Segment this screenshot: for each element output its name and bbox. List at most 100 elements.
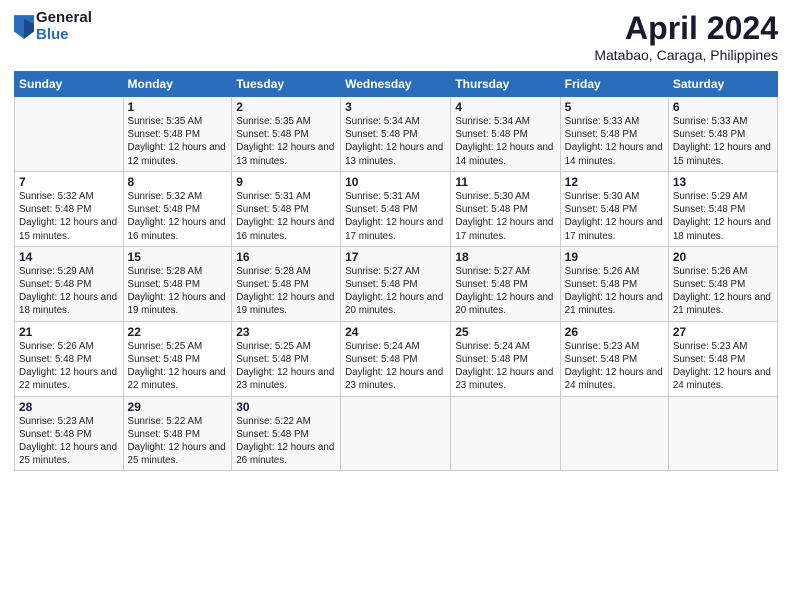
calendar-week-1: 1Sunrise: 5:35 AM Sunset: 5:48 PM Daylig… xyxy=(15,97,778,172)
day-number: 11 xyxy=(455,175,555,189)
day-number: 16 xyxy=(236,250,336,264)
day-number: 4 xyxy=(455,100,555,114)
day-number: 7 xyxy=(19,175,119,189)
day-number: 23 xyxy=(236,325,336,339)
calendar-cell: 8Sunrise: 5:32 AM Sunset: 5:48 PM Daylig… xyxy=(123,171,232,246)
day-info: Sunrise: 5:28 AM Sunset: 5:48 PM Dayligh… xyxy=(128,265,228,318)
day-number: 27 xyxy=(673,325,773,339)
day-info: Sunrise: 5:23 AM Sunset: 5:48 PM Dayligh… xyxy=(673,340,773,393)
day-number: 5 xyxy=(565,100,664,114)
day-info: Sunrise: 5:24 AM Sunset: 5:48 PM Dayligh… xyxy=(345,340,446,393)
calendar-cell: 18Sunrise: 5:27 AM Sunset: 5:48 PM Dayli… xyxy=(451,246,560,321)
calendar-week-5: 28Sunrise: 5:23 AM Sunset: 5:48 PM Dayli… xyxy=(15,396,778,471)
day-info: Sunrise: 5:29 AM Sunset: 5:48 PM Dayligh… xyxy=(673,190,773,243)
calendar-cell: 17Sunrise: 5:27 AM Sunset: 5:48 PM Dayli… xyxy=(341,246,451,321)
col-monday: Monday xyxy=(123,72,232,97)
calendar-header: Sunday Monday Tuesday Wednesday Thursday… xyxy=(15,72,778,97)
calendar-cell: 11Sunrise: 5:30 AM Sunset: 5:48 PM Dayli… xyxy=(451,171,560,246)
day-info: Sunrise: 5:34 AM Sunset: 5:48 PM Dayligh… xyxy=(455,115,555,168)
col-saturday: Saturday xyxy=(668,72,777,97)
calendar-cell: 9Sunrise: 5:31 AM Sunset: 5:48 PM Daylig… xyxy=(232,171,341,246)
day-info: Sunrise: 5:35 AM Sunset: 5:48 PM Dayligh… xyxy=(236,115,336,168)
day-number: 13 xyxy=(673,175,773,189)
logo: General Blue xyxy=(14,10,92,43)
calendar-cell: 25Sunrise: 5:24 AM Sunset: 5:48 PM Dayli… xyxy=(451,321,560,396)
day-number: 28 xyxy=(19,400,119,414)
calendar-cell: 30Sunrise: 5:22 AM Sunset: 5:48 PM Dayli… xyxy=(232,396,341,471)
calendar-cell xyxy=(668,396,777,471)
day-info: Sunrise: 5:27 AM Sunset: 5:48 PM Dayligh… xyxy=(455,265,555,318)
calendar-cell: 15Sunrise: 5:28 AM Sunset: 5:48 PM Dayli… xyxy=(123,246,232,321)
calendar-cell: 29Sunrise: 5:22 AM Sunset: 5:48 PM Dayli… xyxy=(123,396,232,471)
col-wednesday: Wednesday xyxy=(341,72,451,97)
header: General Blue April 2024 Matabao, Caraga,… xyxy=(14,10,778,63)
day-number: 17 xyxy=(345,250,446,264)
day-number: 30 xyxy=(236,400,336,414)
day-info: Sunrise: 5:25 AM Sunset: 5:48 PM Dayligh… xyxy=(128,340,228,393)
calendar-cell: 16Sunrise: 5:28 AM Sunset: 5:48 PM Dayli… xyxy=(232,246,341,321)
day-info: Sunrise: 5:35 AM Sunset: 5:48 PM Dayligh… xyxy=(128,115,228,168)
day-info: Sunrise: 5:24 AM Sunset: 5:48 PM Dayligh… xyxy=(455,340,555,393)
day-info: Sunrise: 5:23 AM Sunset: 5:48 PM Dayligh… xyxy=(565,340,664,393)
main-title: April 2024 xyxy=(594,10,778,47)
day-number: 19 xyxy=(565,250,664,264)
col-thursday: Thursday xyxy=(451,72,560,97)
calendar-week-3: 14Sunrise: 5:29 AM Sunset: 5:48 PM Dayli… xyxy=(15,246,778,321)
day-info: Sunrise: 5:32 AM Sunset: 5:48 PM Dayligh… xyxy=(128,190,228,243)
day-info: Sunrise: 5:26 AM Sunset: 5:48 PM Dayligh… xyxy=(19,340,119,393)
calendar-cell: 24Sunrise: 5:24 AM Sunset: 5:48 PM Dayli… xyxy=(341,321,451,396)
calendar-cell: 1Sunrise: 5:35 AM Sunset: 5:48 PM Daylig… xyxy=(123,97,232,172)
calendar-cell: 10Sunrise: 5:31 AM Sunset: 5:48 PM Dayli… xyxy=(341,171,451,246)
subtitle: Matabao, Caraga, Philippines xyxy=(594,47,778,63)
day-number: 21 xyxy=(19,325,119,339)
calendar-cell: 6Sunrise: 5:33 AM Sunset: 5:48 PM Daylig… xyxy=(668,97,777,172)
logo-general: General xyxy=(36,10,92,27)
col-friday: Friday xyxy=(560,72,668,97)
title-block: April 2024 Matabao, Caraga, Philippines xyxy=(594,10,778,63)
day-number: 12 xyxy=(565,175,664,189)
calendar-cell xyxy=(15,97,124,172)
calendar-body: 1Sunrise: 5:35 AM Sunset: 5:48 PM Daylig… xyxy=(15,97,778,471)
logo-icon xyxy=(14,15,34,39)
day-info: Sunrise: 5:33 AM Sunset: 5:48 PM Dayligh… xyxy=(673,115,773,168)
calendar-table: Sunday Monday Tuesday Wednesday Thursday… xyxy=(14,71,778,471)
calendar-cell: 27Sunrise: 5:23 AM Sunset: 5:48 PM Dayli… xyxy=(668,321,777,396)
day-info: Sunrise: 5:28 AM Sunset: 5:48 PM Dayligh… xyxy=(236,265,336,318)
day-info: Sunrise: 5:26 AM Sunset: 5:48 PM Dayligh… xyxy=(565,265,664,318)
day-number: 15 xyxy=(128,250,228,264)
logo-text: General Blue xyxy=(36,10,92,43)
calendar-cell: 14Sunrise: 5:29 AM Sunset: 5:48 PM Dayli… xyxy=(15,246,124,321)
day-number: 20 xyxy=(673,250,773,264)
calendar-cell: 28Sunrise: 5:23 AM Sunset: 5:48 PM Dayli… xyxy=(15,396,124,471)
calendar-cell: 20Sunrise: 5:26 AM Sunset: 5:48 PM Dayli… xyxy=(668,246,777,321)
calendar-cell xyxy=(341,396,451,471)
day-info: Sunrise: 5:22 AM Sunset: 5:48 PM Dayligh… xyxy=(128,415,228,468)
calendar-cell xyxy=(451,396,560,471)
calendar-cell: 12Sunrise: 5:30 AM Sunset: 5:48 PM Dayli… xyxy=(560,171,668,246)
day-number: 14 xyxy=(19,250,119,264)
day-number: 2 xyxy=(236,100,336,114)
calendar-cell: 22Sunrise: 5:25 AM Sunset: 5:48 PM Dayli… xyxy=(123,321,232,396)
calendar-cell: 3Sunrise: 5:34 AM Sunset: 5:48 PM Daylig… xyxy=(341,97,451,172)
day-info: Sunrise: 5:22 AM Sunset: 5:48 PM Dayligh… xyxy=(236,415,336,468)
day-number: 9 xyxy=(236,175,336,189)
day-info: Sunrise: 5:32 AM Sunset: 5:48 PM Dayligh… xyxy=(19,190,119,243)
header-row: Sunday Monday Tuesday Wednesday Thursday… xyxy=(15,72,778,97)
day-number: 29 xyxy=(128,400,228,414)
calendar-cell xyxy=(560,396,668,471)
day-number: 1 xyxy=(128,100,228,114)
day-info: Sunrise: 5:31 AM Sunset: 5:48 PM Dayligh… xyxy=(236,190,336,243)
calendar-cell: 5Sunrise: 5:33 AM Sunset: 5:48 PM Daylig… xyxy=(560,97,668,172)
day-number: 24 xyxy=(345,325,446,339)
day-number: 6 xyxy=(673,100,773,114)
day-info: Sunrise: 5:30 AM Sunset: 5:48 PM Dayligh… xyxy=(455,190,555,243)
day-info: Sunrise: 5:30 AM Sunset: 5:48 PM Dayligh… xyxy=(565,190,664,243)
day-info: Sunrise: 5:26 AM Sunset: 5:48 PM Dayligh… xyxy=(673,265,773,318)
day-number: 10 xyxy=(345,175,446,189)
day-info: Sunrise: 5:33 AM Sunset: 5:48 PM Dayligh… xyxy=(565,115,664,168)
calendar-cell: 19Sunrise: 5:26 AM Sunset: 5:48 PM Dayli… xyxy=(560,246,668,321)
day-info: Sunrise: 5:27 AM Sunset: 5:48 PM Dayligh… xyxy=(345,265,446,318)
calendar-cell: 21Sunrise: 5:26 AM Sunset: 5:48 PM Dayli… xyxy=(15,321,124,396)
page-container: General Blue April 2024 Matabao, Caraga,… xyxy=(0,0,792,612)
day-number: 18 xyxy=(455,250,555,264)
